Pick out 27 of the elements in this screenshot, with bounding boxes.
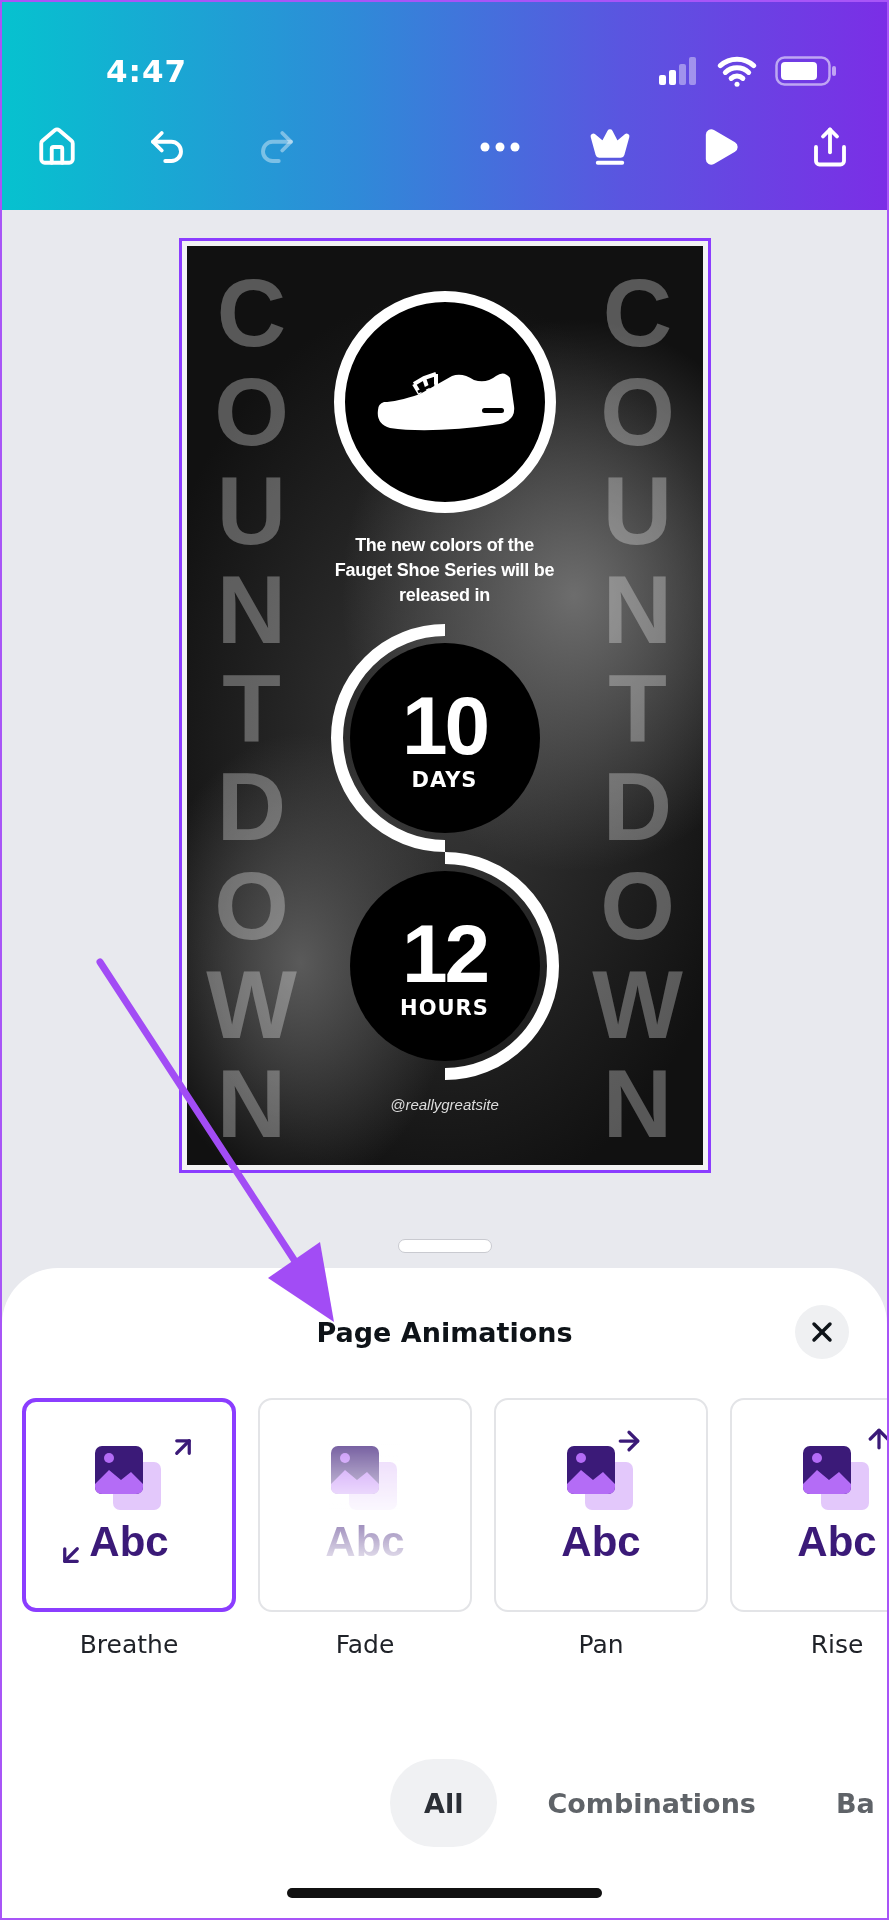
- more-icon: [480, 142, 520, 152]
- countdown-unit: DAYS: [411, 768, 478, 792]
- preview-text: Abc: [561, 1518, 641, 1566]
- preview-text: Abc: [89, 1518, 169, 1566]
- countdown-number: 10: [401, 684, 488, 768]
- filter-tab[interactable]: Ba: [835, 1759, 875, 1847]
- animation-label: Rise: [810, 1630, 864, 1659]
- signal-icon: [659, 57, 699, 85]
- sheet-title: Page Animations: [316, 1316, 573, 1348]
- filter-tab[interactable]: All: [390, 1759, 498, 1847]
- animation-label: Breathe: [79, 1630, 179, 1659]
- status-time: 4:47: [106, 53, 188, 89]
- battery-icon: [775, 56, 837, 86]
- site-handle: @reallygreatsite: [390, 1096, 499, 1113]
- preview-text: Abc: [797, 1518, 877, 1566]
- animation-label: Fade: [335, 1630, 395, 1659]
- animation-label: Pan: [578, 1630, 624, 1659]
- countdown-unit: HOURS: [400, 996, 489, 1020]
- countdown-number: 12: [401, 912, 488, 996]
- animation-option[interactable]: Abc: [22, 1398, 236, 1612]
- drag-handle[interactable]: [397, 1239, 492, 1253]
- home-icon: [36, 126, 78, 168]
- animation-option[interactable]: Abc: [494, 1398, 708, 1612]
- announcement-text: The new colors of the Fauget Shoe Series will be released in: [334, 534, 555, 607]
- animation-option[interactable]: Abc: [730, 1398, 887, 1612]
- crown-icon: [589, 126, 631, 168]
- filter-tab[interactable]: Combinations: [547, 1759, 756, 1847]
